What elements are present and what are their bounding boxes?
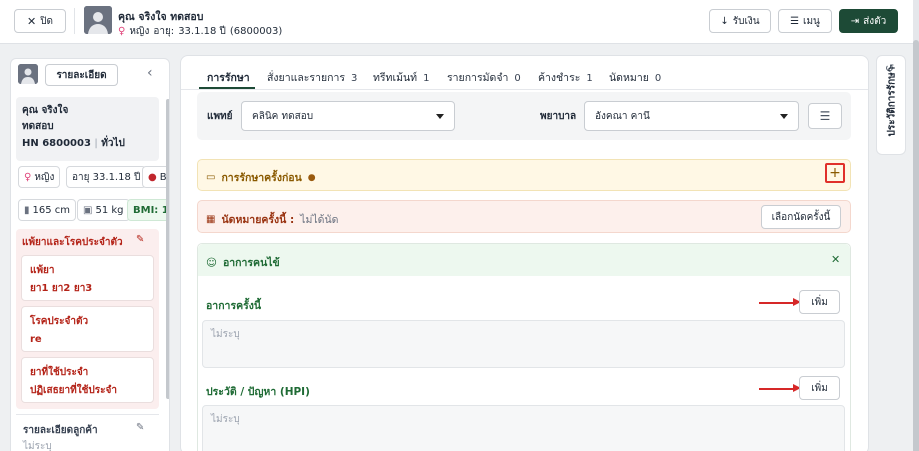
details-button[interactable]: รายละเอียด (45, 64, 118, 86)
disease-card: โรคประจำตัว re (21, 306, 154, 352)
allergy-section: แพ้ยาและโรคประจำตัว ✎ แพ้ยา ยา1 ยา2 ยา3 … (16, 229, 159, 409)
add-symptom-button[interactable]: เพิ่ม (799, 290, 840, 314)
arrow-annotation (759, 302, 797, 304)
regular-med-card: ยาที่ใช้ประจำ ปฏิเสธยาที่ใช้ประจำ (21, 357, 154, 403)
edit-icon[interactable]: ✎ (136, 422, 144, 433)
tab-appointments[interactable]: นัดหมาย 0 (609, 69, 661, 86)
history-label: ประวัติการรักษา (886, 66, 898, 137)
hn-number: HN 6800003 (22, 138, 91, 149)
weight-chip: ▣ 51 kg (77, 199, 130, 221)
smile-icon: ☺ (206, 256, 217, 269)
sidebar-scrollbar[interactable] (166, 99, 169, 399)
staff-filter-row: แพทย์ คลินิค ทดสอบ พยาบาล อังคณา คานึ ☰ (197, 92, 851, 140)
send-arrow-icon: ⇥ (850, 15, 860, 27)
edit-icon[interactable]: ✎ (136, 234, 144, 245)
top-bar: ✕ ปิด คุณ จริงใจ ทดสอบ ♀ หญิง อายุ: 33.1… (0, 0, 919, 44)
caret-down-icon (780, 114, 788, 119)
tab-treatment[interactable]: การรักษา (207, 69, 250, 86)
collapse-chevron-icon[interactable]: ‹ (147, 65, 153, 81)
blood-drop-icon: ● (148, 171, 157, 183)
age-chip: อายุ 33.1.18 ปี (66, 166, 147, 188)
close-icon: ✕ (26, 14, 37, 28)
female-icon: ♀ (118, 26, 126, 37)
allergy-header: แพ้ยาและโรคประจำตัว (22, 237, 123, 248)
hamburger-icon: ☰ (790, 15, 800, 27)
appointment-section: ▦ นัดหมายครั้งนี้ : ไม่ได้นัด เลือกนัดคร… (197, 200, 851, 233)
bmi-chip: BMI: 18 (127, 199, 169, 221)
customer-detail-section: รายละเอียดลูกค้า ✎ ไม่ระบุ (16, 414, 159, 451)
add-hpi-button[interactable]: เพิ่ม (799, 376, 840, 400)
tab-outstanding[interactable]: ค้างชำระ 1 (538, 69, 593, 86)
allergy-card: แพ้ยา ยา1 ยา2 ยา3 (21, 255, 154, 301)
avatar (84, 6, 112, 34)
current-symptom-textarea[interactable]: ไม่ระบุ (202, 320, 845, 368)
patient-name: คุณ จริงใจ ทดสอบ (118, 11, 204, 23)
avatar-small (18, 64, 38, 84)
ruler-icon: ▮ (24, 204, 30, 216)
tabs-divider (181, 89, 868, 90)
current-symptom-label: อาการครั้งนี้ (206, 300, 262, 312)
patient-type: ทั่วไป (101, 138, 125, 149)
arrow-annotation (759, 388, 797, 390)
scale-icon: ▣ (83, 204, 93, 216)
arrow-down-icon: ↓ (720, 15, 729, 27)
female-icon: ♀ (24, 171, 32, 183)
close-button[interactable]: ✕ ปิด (14, 9, 66, 33)
page-scrollbar-thumb[interactable] (913, 40, 919, 451)
send-button[interactable]: ⇥ ส่งตัว (839, 9, 898, 33)
nurse-select[interactable]: อังคณา คานึ (584, 101, 799, 131)
list-icon: ☰ (819, 109, 831, 123)
list-toggle-button[interactable]: ☰ (808, 103, 842, 129)
treatment-history-rail[interactable]: ↺ ประวัติการรักษา (876, 55, 906, 155)
main-panel: การรักษา สั่งยาและรายการ 3 ทรีทเม้นท์ 1 รา… (180, 55, 869, 451)
card-icon: ▭ (206, 172, 216, 183)
receive-payment-button[interactable]: ↓ รับเงิน (709, 9, 771, 33)
patient-sidebar: รายละเอียด ‹ คุณ จริงใจ ทดสอบ HN 6800003… (10, 58, 170, 451)
add-icon[interactable]: + (825, 163, 845, 183)
close-icon[interactable]: ✕ (831, 253, 840, 266)
divider (74, 8, 75, 34)
calendar-icon: ▦ (206, 214, 216, 225)
doctor-select[interactable]: คลินิค ทดสอบ (241, 101, 455, 131)
caret-down-icon (436, 114, 444, 119)
select-appointment-button[interactable]: เลือกนัดครั้งนี้ (761, 205, 841, 229)
symptoms-header: ☺ อาการคนไข้ ✕ (198, 244, 850, 276)
tab-orders[interactable]: สั่งยาและรายการ 3 (267, 69, 357, 86)
patient-card: คุณ จริงใจ ทดสอบ HN 6800003 | ทั่วไป (16, 97, 159, 161)
hpi-label: ประวัติ / ปัญหา (HPI) (206, 386, 310, 398)
tab-deposits[interactable]: รายการมัดจำ 0 (447, 69, 521, 86)
symptoms-section: ☺ อาการคนไข้ ✕ อาการครั้งนี้ เพิ่ม ไม่ระ… (197, 243, 851, 451)
menu-button[interactable]: ☰ เมนู (778, 9, 832, 33)
status-dot-icon: ● (307, 172, 316, 183)
height-chip: ▮ 165 cm (18, 199, 77, 221)
hpi-textarea[interactable]: ไม่ระบุ (202, 405, 845, 451)
previous-treatment-section: ▭ การรักษาครั้งก่อน ● + (197, 159, 851, 191)
gender-chip: ♀ หญิง (18, 166, 61, 188)
tab-treatments[interactable]: ทรีทเม้นท์ 1 (373, 69, 429, 86)
patient-meta: ♀ หญิง อายุ: 33.1.18 ปี (6800003) (118, 26, 283, 37)
